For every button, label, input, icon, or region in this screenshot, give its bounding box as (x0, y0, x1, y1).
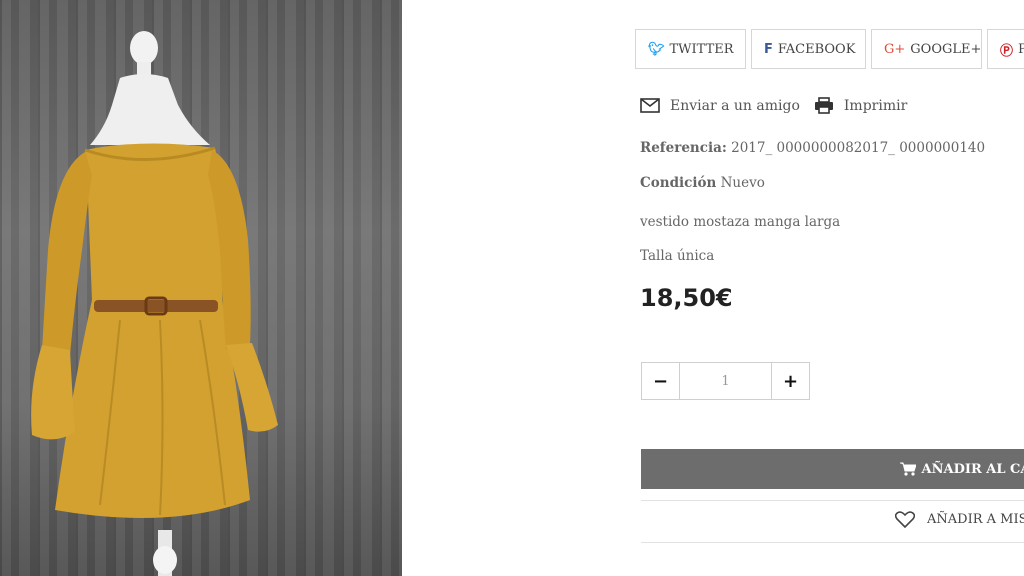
product-reference: Referencia: 2017_ 0000000082017_ 0000000… (640, 140, 985, 156)
product-image[interactable] (0, 0, 402, 576)
social-share-bar: 🐦︎ TWITTER f FACEBOOK g+ GOOGLE+ Ⓟ P (635, 29, 1024, 69)
facebook-f-icon: f (764, 41, 773, 57)
product-actions: Enviar a un amigo Imprimir (640, 97, 921, 114)
pinterest-share-button[interactable]: Ⓟ P (987, 29, 1024, 69)
google-plus-share-button[interactable]: g+ GOOGLE+ (871, 29, 982, 69)
twitter-share-label: TWITTER (669, 41, 734, 57)
quantity-decrease-button[interactable]: − (642, 363, 680, 399)
envelope-icon (640, 98, 660, 113)
divider (641, 542, 1024, 543)
add-to-wishlist-button[interactable]: AÑADIR A MIS (895, 511, 1024, 528)
printer-icon (814, 97, 833, 114)
heart-icon (895, 511, 915, 528)
print-label: Imprimir (843, 97, 908, 114)
product-size: Talla única (640, 248, 715, 264)
google-plus-share-label: GOOGLE+ (910, 41, 982, 57)
divider (641, 500, 1024, 501)
product-condition: Condición Nuevo (640, 175, 765, 191)
product-description: vestido mostaza manga larga (640, 214, 841, 230)
add-to-cart-label: AÑADIR AL CA (921, 461, 1024, 477)
google-plus-icon: g+ (884, 41, 906, 57)
quantity-increase-button[interactable]: + (771, 363, 809, 399)
pinterest-icon: Ⓟ (1000, 43, 1014, 59)
send-to-friend-link[interactable]: Enviar a un amigo (640, 98, 800, 114)
twitter-bird-icon: 🐦︎ (648, 41, 665, 57)
condition-label: Condición (640, 175, 717, 191)
send-to-friend-label: Enviar a un amigo (670, 97, 800, 114)
facebook-share-label: FACEBOOK (777, 41, 856, 57)
condition-value: Nuevo (720, 175, 765, 191)
product-price: 18,50€ (640, 284, 733, 312)
shopping-cart-icon (899, 462, 916, 476)
quantity-stepper: − + (641, 362, 810, 400)
add-to-cart-button[interactable]: AÑADIR AL CA (641, 449, 1024, 489)
pinterest-share-label: P (1018, 41, 1024, 57)
add-to-wishlist-label: AÑADIR A MIS (927, 512, 1024, 527)
twitter-share-button[interactable]: 🐦︎ TWITTER (635, 29, 746, 69)
reference-label: Referencia: (640, 140, 727, 156)
quantity-input[interactable] (680, 363, 771, 399)
reference-value: 2017_ 0000000082017_ 0000000140 (731, 140, 986, 156)
dress-illustration (31, 31, 278, 576)
facebook-share-button[interactable]: f FACEBOOK (751, 29, 866, 69)
print-link[interactable]: Imprimir (814, 97, 907, 114)
